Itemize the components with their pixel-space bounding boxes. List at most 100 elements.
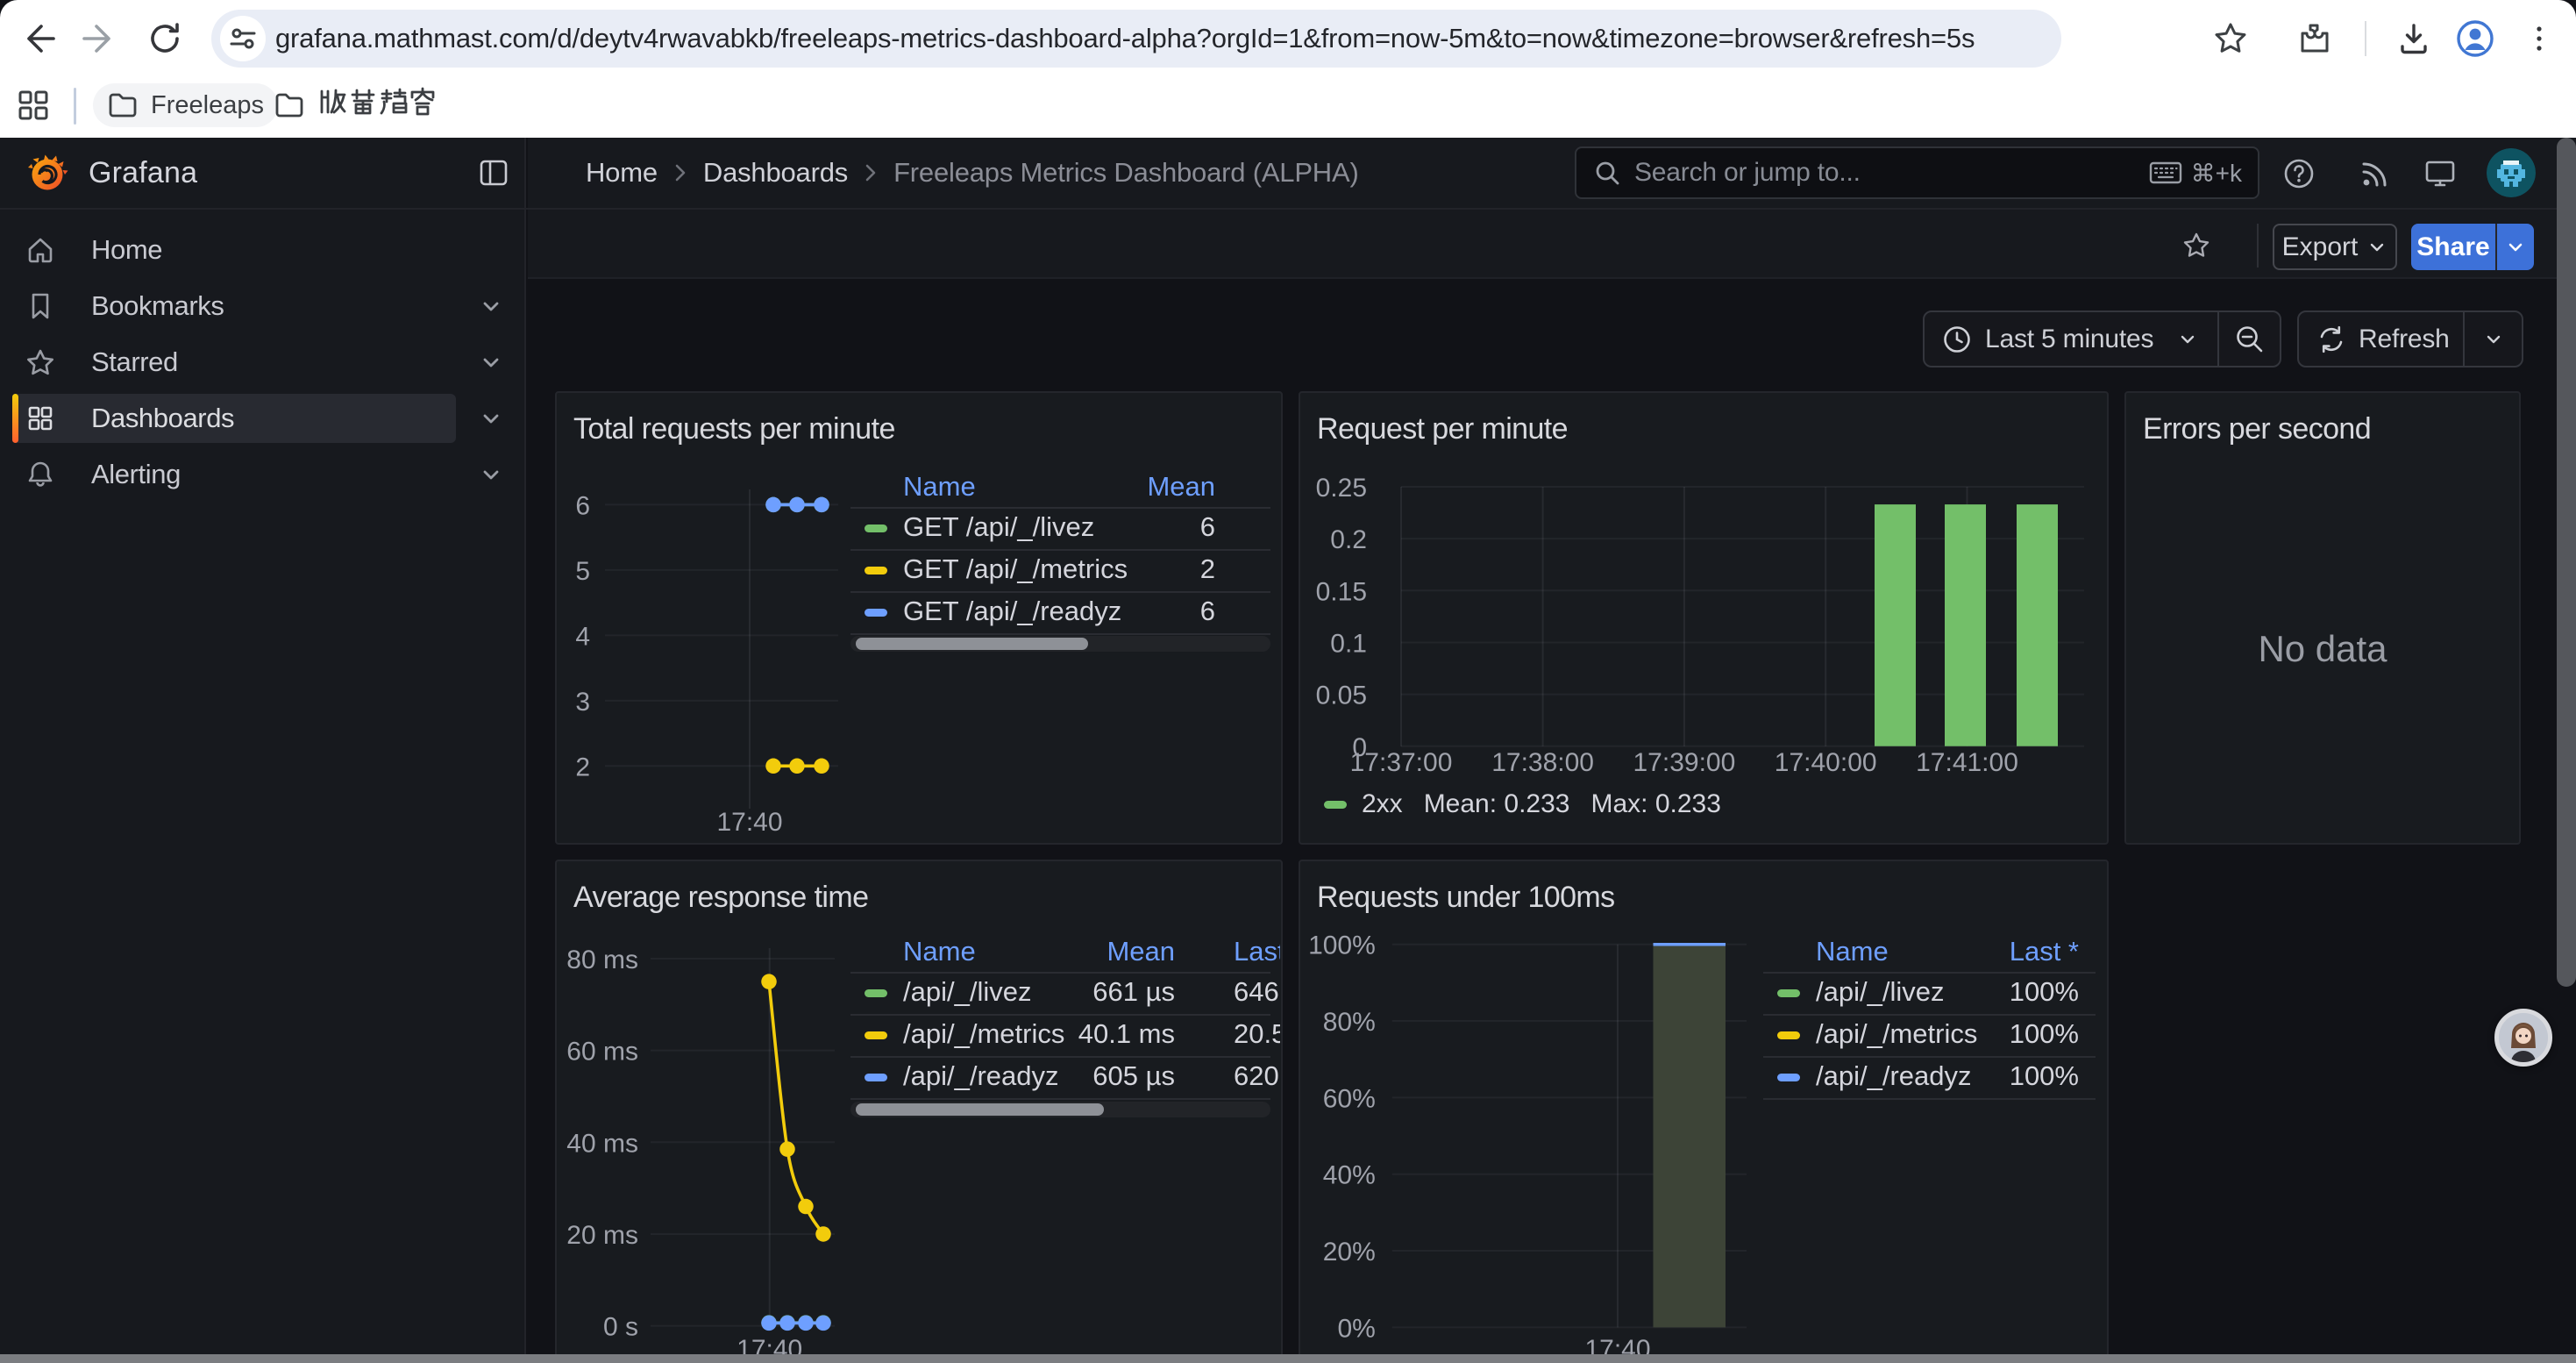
selected-item-accent bbox=[12, 394, 18, 443]
svg-text:17:39:00: 17:39:00 bbox=[1633, 748, 1736, 777]
sidebar-item-dashboards[interactable]: Dashboards bbox=[0, 390, 526, 446]
svg-text:17:38:00: 17:38:00 bbox=[1491, 748, 1594, 777]
url-bar[interactable]: grafana.mathmast.com/d/deytv4rwavabkb/fr… bbox=[211, 10, 2061, 68]
legend-series-name[interactable]: GET /api/_/metrics bbox=[903, 553, 1128, 585]
monitor-icon[interactable] bbox=[2423, 157, 2457, 190]
breadcrumb-home[interactable]: Home bbox=[586, 157, 658, 189]
zoom-out-time-button[interactable] bbox=[2219, 323, 2280, 356]
legend-row-divider bbox=[850, 591, 1270, 593]
legend-series-name[interactable]: GET /api/_/livez bbox=[903, 511, 1094, 543]
search-input[interactable]: Search or jump to... ⌘+k bbox=[1575, 146, 2259, 199]
sidebar-collapse-button[interactable] bbox=[475, 154, 512, 191]
request-per-minute-legend: 2xx Mean: 0.233 Max: 0.233 bbox=[1324, 789, 1721, 819]
svg-text:17:41:00: 17:41:00 bbox=[1916, 748, 2018, 777]
request-per-minute-chart: 17:37:0017:38:0017:39:0017:40:0017:41:00… bbox=[1300, 393, 2107, 843]
series-name[interactable]: 2xx bbox=[1362, 789, 1403, 819]
legend-series-name[interactable]: /api/_/readyz bbox=[903, 1060, 1059, 1092]
legend-value: 661 µs bbox=[1092, 976, 1175, 1008]
browser-chrome: grafana.mathmast.com/d/deytv4rwavabkb/fr… bbox=[0, 0, 2576, 138]
svg-text:0.2: 0.2 bbox=[1330, 525, 1367, 554]
legend-row-divider bbox=[850, 972, 1270, 974]
legend-column-header[interactable]: Name bbox=[1816, 936, 1889, 967]
site-info-button[interactable] bbox=[220, 16, 266, 61]
legend-row-divider bbox=[850, 507, 1270, 509]
bookmark-label: Freeleaps bbox=[151, 91, 264, 120]
dashboards-icon bbox=[25, 403, 56, 434]
sidebar-item-alerting[interactable]: Alerting bbox=[0, 446, 526, 503]
time-picker: Last 5 minutes bbox=[1923, 310, 2281, 368]
floating-extension-avatar[interactable] bbox=[2494, 1009, 2552, 1067]
favorite-star-button[interactable] bbox=[2181, 231, 2211, 260]
breadcrumb-dashboards[interactable]: Dashboards bbox=[703, 157, 848, 189]
keyboard-icon bbox=[2149, 161, 2182, 185]
legend-column-header[interactable]: Last * bbox=[2010, 936, 2079, 967]
series-color-chip bbox=[865, 609, 887, 617]
side-panel-apps-button[interactable] bbox=[7, 79, 60, 132]
bookmark-page-button[interactable] bbox=[2204, 12, 2257, 65]
extensions-puzzle-icon bbox=[2295, 20, 2332, 57]
chevron-down-icon[interactable] bbox=[475, 459, 507, 490]
legend-column-header[interactable]: Mean bbox=[1147, 471, 1215, 503]
panel-requests-under-100ms: Requests under 100ms 17:40100%80%60%40%2… bbox=[1299, 860, 2109, 1363]
share-menu-button[interactable] bbox=[2495, 224, 2534, 270]
chevron-down-icon[interactable] bbox=[475, 403, 507, 434]
vertical-scrollbar[interactable] bbox=[2557, 138, 2576, 987]
sidebar-item-bookmarks[interactable]: Bookmarks bbox=[0, 278, 526, 334]
legend-column-header[interactable]: Name bbox=[903, 471, 976, 503]
refresh-interval-button[interactable] bbox=[2465, 328, 2522, 351]
panel-title[interactable]: Errors per second bbox=[2143, 412, 2371, 446]
legend-column-header[interactable]: Name bbox=[903, 936, 976, 967]
reload-button[interactable] bbox=[139, 12, 191, 65]
legend-series-name[interactable]: /api/_/livez bbox=[1816, 976, 1944, 1008]
user-avatar[interactable] bbox=[2487, 148, 2536, 197]
legend-series-name[interactable]: /api/_/livez bbox=[903, 976, 1031, 1008]
cjk-text-glyphs bbox=[317, 86, 437, 118]
extensions-button[interactable] bbox=[2288, 12, 2340, 65]
back-button[interactable] bbox=[11, 12, 64, 65]
chevron-down-icon[interactable] bbox=[475, 290, 507, 322]
legend-series-name[interactable]: /api/_/metrics bbox=[1816, 1018, 1977, 1050]
profile-button[interactable] bbox=[2449, 12, 2501, 65]
search-shortcut-keys: ⌘+k bbox=[2191, 159, 2242, 188]
legend-row-divider bbox=[1763, 1098, 2096, 1100]
svg-text:0.05: 0.05 bbox=[1316, 682, 1367, 710]
forward-button[interactable] bbox=[74, 12, 126, 65]
grafana-logo[interactable] bbox=[26, 152, 68, 194]
sidebar-item-label: Alerting bbox=[91, 446, 181, 503]
sidebar-item-label: Starred bbox=[91, 334, 178, 390]
legend-column-header[interactable]: Mean bbox=[1107, 936, 1175, 967]
export-button[interactable]: Export bbox=[2273, 224, 2397, 270]
rss-icon[interactable] bbox=[2359, 157, 2392, 190]
page-header: Home Dashboards Freeleaps Metrics Dashbo… bbox=[528, 138, 2576, 208]
sidebar: Grafana Home bbox=[0, 138, 526, 1354]
toolbar-separator bbox=[2257, 224, 2259, 268]
browser-menu-button[interactable] bbox=[2513, 12, 2565, 65]
refresh-button[interactable]: Refresh bbox=[2299, 325, 2463, 354]
time-range-button[interactable]: Last 5 minutes bbox=[1925, 324, 2217, 355]
downloads-button[interactable] bbox=[2387, 12, 2440, 65]
series-color-chip bbox=[865, 1031, 887, 1039]
bookmark-folder-freeleaps[interactable]: Freeleaps bbox=[93, 83, 278, 127]
reload-icon bbox=[146, 19, 184, 58]
bookmark-star-icon bbox=[2212, 20, 2249, 57]
legend-value: 646 µs bbox=[1234, 976, 1280, 1008]
legend-value: 6 bbox=[1200, 596, 1215, 627]
legend-hscrollbar-thumb[interactable] bbox=[856, 1103, 1104, 1116]
bookmark-folder-blogs[interactable] bbox=[260, 83, 451, 127]
legend-series-name[interactable]: GET /api/_/readyz bbox=[903, 596, 1121, 627]
kebab-menu-icon bbox=[2521, 20, 2558, 57]
svg-text:0.15: 0.15 bbox=[1316, 577, 1367, 606]
legend-hscrollbar-thumb[interactable] bbox=[856, 638, 1088, 650]
search-icon bbox=[1592, 158, 1622, 188]
share-button[interactable]: Share bbox=[2411, 224, 2495, 270]
legend-column-header[interactable]: Last * bbox=[1234, 936, 1280, 967]
legend-value: 20.5 ms bbox=[1234, 1018, 1280, 1050]
legend-series-name[interactable]: /api/_/metrics bbox=[903, 1018, 1064, 1050]
legend-series-name[interactable]: /api/_/readyz bbox=[1816, 1060, 1972, 1092]
refresh-icon bbox=[2316, 325, 2346, 354]
help-icon[interactable] bbox=[2282, 157, 2316, 190]
sidebar-item-home[interactable]: Home bbox=[0, 222, 526, 278]
sidebar-item-starred[interactable]: Starred bbox=[0, 334, 526, 390]
chevron-down-icon[interactable] bbox=[475, 346, 507, 378]
star-icon bbox=[25, 346, 56, 378]
